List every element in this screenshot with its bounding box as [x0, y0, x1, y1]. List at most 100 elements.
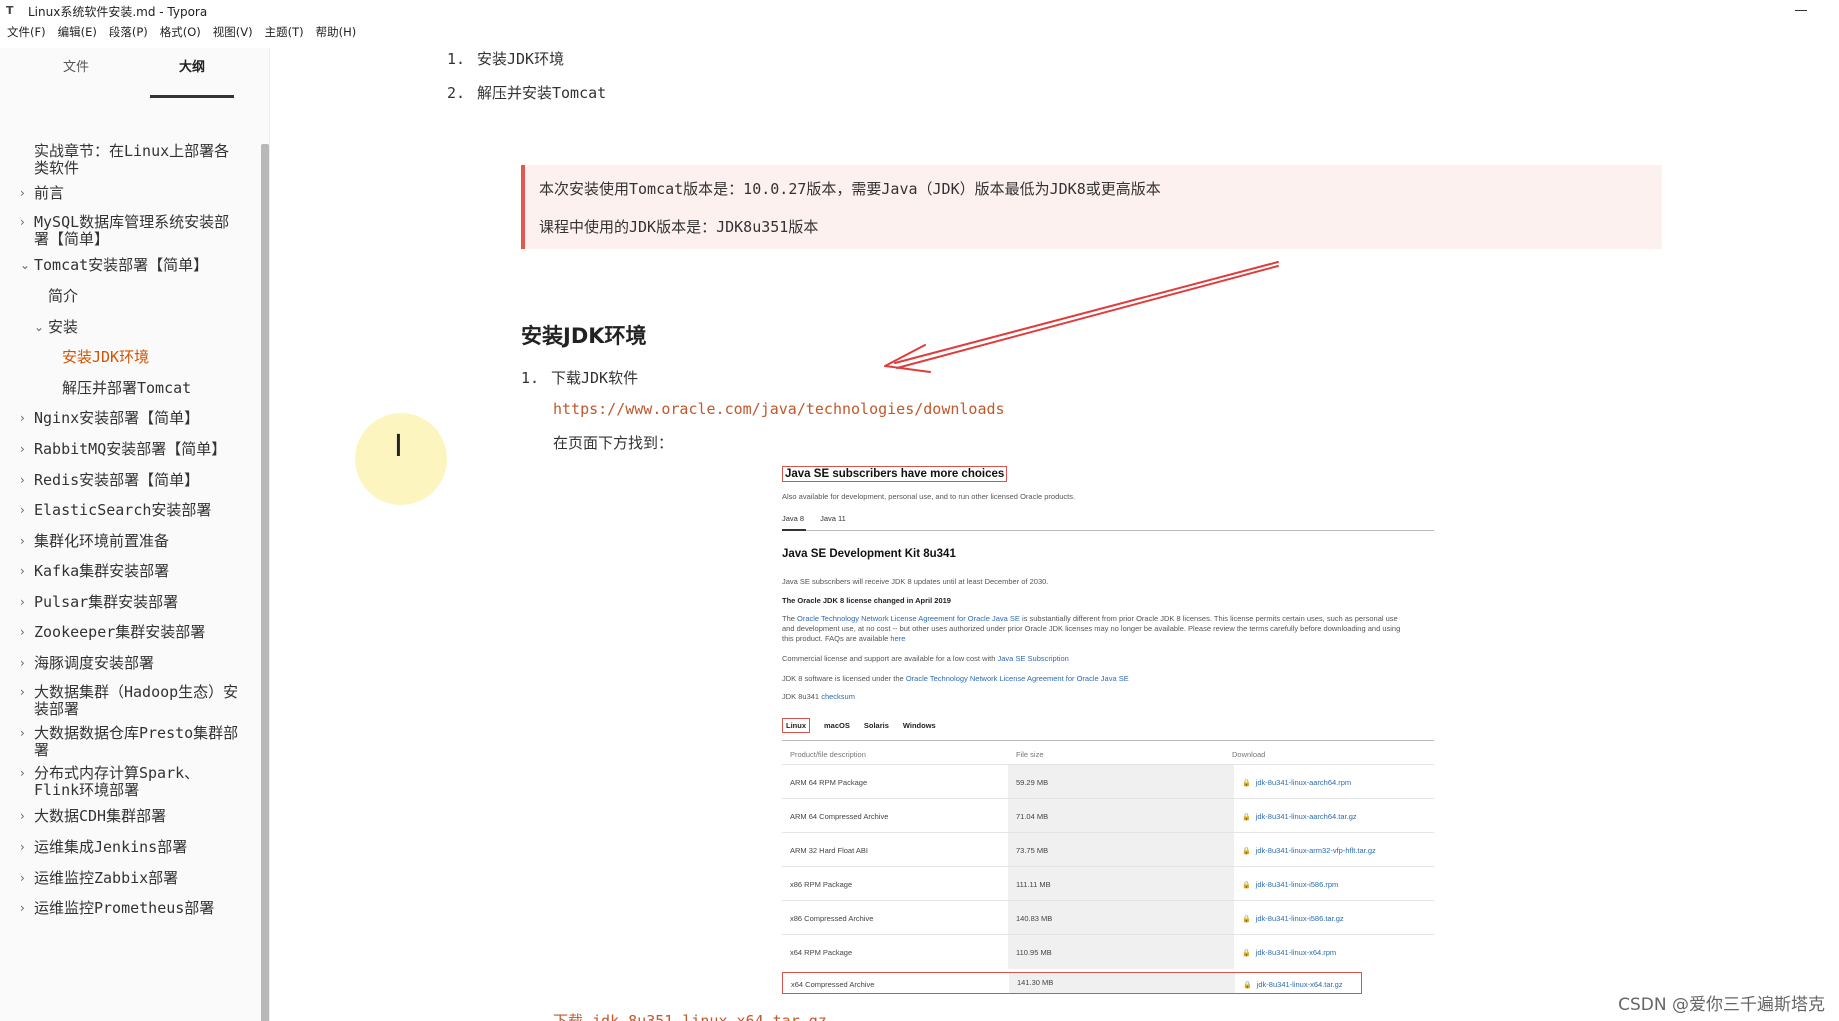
outline-item-label: 安装 — [48, 318, 79, 336]
menu-edit[interactable]: 编辑(E) — [58, 24, 97, 44]
outline-item[interactable]: › 运维集成Jenkins部署 — [0, 839, 258, 856]
chevron-right-icon[interactable]: › — [20, 765, 30, 782]
list-item[interactable]: 1. 安装JDK环境 — [447, 48, 564, 69]
sidebar-tabs: 文件 大纲 — [0, 58, 262, 98]
list-text: 下载JDK软件 — [551, 369, 639, 387]
outline-item-label: Pulsar集群安装部署 — [34, 593, 179, 611]
chevron-right-icon[interactable]: › — [20, 594, 30, 611]
table-cell-size-text: 140.83 MB — [1016, 914, 1053, 923]
oracle-tab-solaris: Solaris — [863, 721, 889, 730]
table-cell-download-link: jdk-8u341-linux-x64.rpm — [1242, 948, 1336, 957]
chevron-right-icon[interactable]: › — [20, 533, 30, 550]
outline-item[interactable]: › 运维监控Zabbix部署 — [0, 870, 258, 887]
table-cell-size: 71.04 MB — [1008, 799, 1234, 833]
chevron-right-icon[interactable]: › — [20, 410, 30, 427]
outline-item[interactable]: 实战章节：在Linux上部署各类软件 — [0, 143, 258, 177]
outline-item[interactable]: › 大数据数据仓库Presto集群部署 — [0, 725, 258, 759]
oracle-paragraph: JDK 8u341 checksum — [782, 692, 855, 701]
outline-item-label: 大数据集群（Hadoop生态）安装部署 — [34, 683, 239, 718]
table-row: ARM 64 Compressed Archive 71.04 MB jdk-8u3… — [782, 798, 1434, 833]
outline-item[interactable]: › 分布式内存计算Spark、Flink环境部署 — [0, 765, 258, 799]
oracle-jdk-title: Java SE Development Kit 8u341 — [782, 548, 956, 560]
outline-item[interactable]: › 海豚调度安装部署 — [0, 655, 258, 672]
outline-item[interactable]: › MySQL数据库管理系统安装部署【简单】 — [0, 214, 258, 248]
outline-item[interactable]: › Zookeeper集群安装部署 — [0, 624, 258, 641]
menu-format[interactable]: 格式(O) — [160, 24, 201, 44]
chevron-right-icon[interactable]: › — [20, 684, 30, 701]
outline-item[interactable]: › Pulsar集群安装部署 — [0, 594, 258, 611]
outline-item[interactable]: 解压并部署Tomcat — [0, 380, 258, 397]
table-cell-description: ARM 32 Hard Float ABI — [790, 846, 868, 855]
chevron-right-icon[interactable]: › — [20, 900, 30, 917]
oracle-paragraph: JDK 8 software is licensed under the Ora… — [782, 674, 1129, 683]
menu-paragraph[interactable]: 段落(P) — [109, 24, 148, 44]
oracle-checksum-link: checksum — [821, 692, 855, 701]
menu-help[interactable]: 帮助(H) — [316, 24, 357, 44]
embedded-oracle-screenshot[interactable]: Java SE subscribers have more choices Al… — [510, 418, 1450, 998]
outline-item[interactable]: › Kafka集群安装部署 — [0, 563, 258, 580]
outline-item[interactable]: 简介 — [0, 288, 258, 305]
outline-item[interactable]: › Nginx安装部署【简单】 — [0, 410, 258, 427]
section-heading[interactable]: 安装JDK环境 — [521, 320, 647, 350]
table-cell-download-link: jdk-8u341-linux-arm32-vfp-hflt.tar.gz — [1242, 846, 1376, 855]
tab-outline[interactable]: 大纲 — [150, 58, 234, 98]
csdn-watermark: CSDN @爱你三千遍斯塔克 — [1618, 995, 1825, 1015]
outline-item-label: ElasticSearch安装部署 — [34, 501, 212, 519]
chevron-down-icon[interactable]: ⌄ — [20, 257, 30, 274]
outline-item-label: 运维集成Jenkins部署 — [34, 838, 188, 856]
outline-item[interactable]: › Redis安装部署【简单】 — [0, 472, 258, 489]
table-cell-download-link: jdk-8u341-linux-aarch64.tar.gz — [1242, 812, 1357, 821]
chevron-right-icon[interactable]: › — [20, 725, 30, 742]
chevron-right-icon[interactable]: › — [20, 808, 30, 825]
chevron-right-icon[interactable]: › — [20, 870, 30, 887]
oracle-tab-macos: macOS — [824, 721, 850, 730]
outline-item[interactable]: › ElasticSearch安装部署 — [0, 502, 258, 519]
chevron-right-icon[interactable]: › — [20, 185, 30, 202]
outline-item-label: 运维监控Zabbix部署 — [34, 869, 179, 887]
chevron-down-icon[interactable]: ⌄ — [34, 319, 44, 336]
outline-item-label: 简介 — [48, 287, 79, 305]
outline-item[interactable]: ⌄ Tomcat安装部署【简单】 — [0, 257, 258, 274]
outline-item[interactable]: › 大数据CDH集群部署 — [0, 808, 258, 825]
chevron-right-icon[interactable]: › — [20, 624, 30, 641]
chevron-right-icon[interactable]: › — [20, 441, 30, 458]
callout-box[interactable]: 本次安装使用Tomcat版本是：10.0.27版本，需要Java（JDK）版本最… — [521, 165, 1662, 249]
chevron-right-icon[interactable]: › — [20, 563, 30, 580]
callout-line: 本次安装使用Tomcat版本是：10.0.27版本，需要Java（JDK）版本最… — [539, 180, 1161, 198]
minimize-icon[interactable] — [1795, 0, 1809, 20]
menu-file[interactable]: 文件(F) — [7, 24, 46, 44]
outline-item-label: 大数据数据仓库Presto集群部署 — [34, 724, 239, 759]
chevron-right-icon[interactable]: › — [20, 214, 30, 231]
chevron-right-icon[interactable]: › — [20, 472, 30, 489]
menu-theme[interactable]: 主题(T) — [265, 24, 304, 44]
outline-item[interactable]: › 运维监控Prometheus部署 — [0, 900, 258, 917]
list-item[interactable]: 1. 下载JDK软件 — [521, 367, 638, 388]
outline-item[interactable]: › 前言 — [0, 185, 258, 202]
menu-view[interactable]: 视图(V) — [213, 24, 253, 44]
chevron-right-icon[interactable]: › — [20, 502, 30, 519]
outline-item-label: 分布式内存计算Spark、Flink环境部署 — [34, 764, 200, 799]
outline-item[interactable]: ⌄ 安装 — [0, 319, 258, 336]
window-title: Linux系统软件安装.md - Typora — [28, 4, 208, 19]
table-cell-size: 141.30 MB — [1009, 973, 1235, 993]
chevron-right-icon[interactable]: › — [20, 839, 30, 856]
table-cell-description: x86 Compressed Archive — [790, 914, 874, 923]
outline-item-label: MySQL数据库管理系统安装部署【简单】 — [34, 213, 230, 248]
outline-item-label: 安装JDK环境 — [62, 348, 150, 366]
outline-item[interactable]: › 大数据集群（Hadoop生态）安装部署 — [0, 684, 258, 718]
chevron-right-icon[interactable]: › — [20, 655, 30, 672]
table-row: x86 RPM Package 111.11 MB jdk-8u341-linux-… — [782, 866, 1434, 901]
list-number: 2. — [447, 84, 466, 102]
callout-line: 课程中使用的JDK版本是：JDK8u351版本 — [539, 218, 819, 236]
tab-file[interactable]: 文件 — [34, 58, 118, 98]
outline-item[interactable]: › 集群化环境前置准备 — [0, 533, 258, 550]
outline-item-label: Kafka集群安装部署 — [34, 562, 170, 580]
sidebar-scrollbar[interactable] — [261, 144, 269, 1021]
outline-item[interactable]: › RabbitMQ安装部署【简单】 — [0, 441, 258, 458]
outline-item[interactable]: 安装JDK环境 — [0, 349, 258, 366]
table-cell-description: x64 RPM Package — [790, 948, 853, 957]
oracle-download-link[interactable]: https://www.oracle.com/java/technologies… — [553, 400, 1005, 418]
table-cell-size: 111.11 MB — [1008, 867, 1234, 901]
list-number: 1. — [447, 50, 466, 68]
list-item[interactable]: 2. 解压并安装Tomcat — [447, 82, 606, 103]
